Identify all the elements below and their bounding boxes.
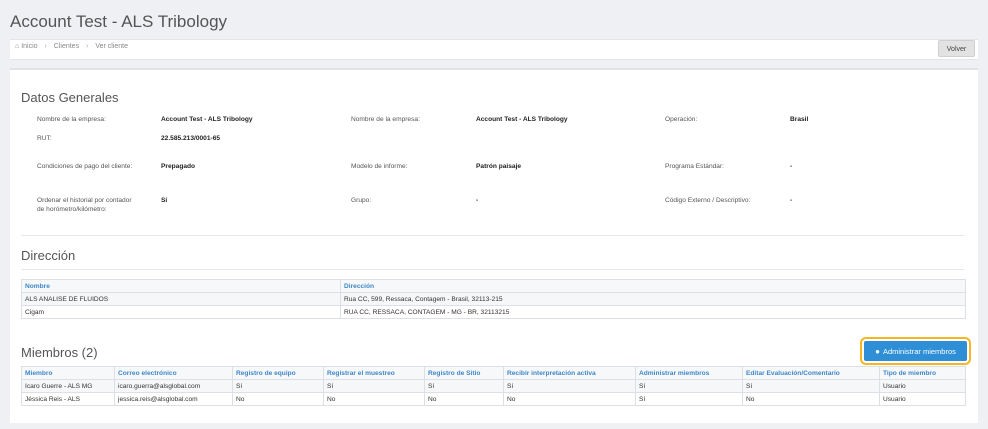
field-value: Account Test - ALS Tribology bbox=[161, 116, 253, 123]
table-cell: Jéssica Reis - ALS bbox=[21, 392, 115, 406]
breadcrumb-item-clientes[interactable]: Clientes bbox=[54, 43, 79, 50]
field-value: - bbox=[790, 197, 793, 204]
column-header[interactable]: Dirección bbox=[340, 279, 966, 293]
field-value: Prepagado bbox=[161, 163, 196, 170]
home-icon[interactable]: ⌂ bbox=[15, 43, 19, 50]
users-icon: ● bbox=[875, 346, 880, 356]
column-header[interactable]: Registro de Sitio bbox=[424, 366, 504, 380]
back-button[interactable]: Volver bbox=[938, 40, 975, 57]
table-cell: jessica.reis@alsglobal.com bbox=[114, 392, 233, 406]
column-header[interactable]: Tipo de miembro bbox=[879, 366, 966, 380]
field-value: 22.585.213/0001-65 bbox=[161, 135, 221, 142]
field-label: Condiciones de pago del cliente: bbox=[37, 163, 133, 170]
table-cell: Sí bbox=[635, 379, 743, 393]
column-header[interactable]: Editar Evaluación/Comentario bbox=[742, 366, 880, 380]
column-header[interactable]: Correo electrónico bbox=[114, 366, 233, 380]
table-cell: Usuario bbox=[879, 379, 966, 393]
field-value: - bbox=[790, 163, 793, 170]
breadcrumb-item-inicio[interactable]: Inicio bbox=[21, 43, 37, 50]
column-header[interactable]: Registrar el muestreo bbox=[323, 366, 425, 380]
manage-members-button[interactable]: ● Administrar miembros bbox=[860, 337, 971, 365]
table-row[interactable]: Icaro Guerre - ALS MG icaro.guerra@alsgl… bbox=[21, 379, 966, 393]
members-table: Miembro Correo electrónico Registro de e… bbox=[21, 366, 966, 406]
field-value: Sí bbox=[161, 197, 168, 204]
table-cell: Sí bbox=[503, 379, 636, 393]
divider bbox=[21, 235, 964, 236]
table-cell: ALS ANALISE DE FLUIDOS bbox=[21, 292, 341, 306]
table-cell: Sí bbox=[232, 379, 324, 393]
table-cell: RUA CC, RESSACA, CONTAGEM - MG - BR, 321… bbox=[340, 305, 966, 319]
field-label: Nombre de la empresa: bbox=[37, 116, 106, 123]
table-cell: Rua CC, 599, Ressaca, Contagem - Brasil,… bbox=[340, 292, 966, 306]
table-header-row: Miembro Correo electrónico Registro de e… bbox=[21, 366, 966, 380]
field-value: Account Test - ALS Tribology bbox=[476, 116, 568, 123]
field-label: Modelo de informe: bbox=[351, 163, 408, 170]
table-cell: Sí bbox=[424, 379, 504, 393]
breadcrumb: ⌂ Inicio › Clientes › Ver cliente bbox=[15, 43, 128, 50]
table-cell: Icaro Guerre - ALS MG bbox=[21, 379, 115, 393]
column-header[interactable]: Miembro bbox=[21, 366, 115, 380]
general-heading: Datos Generales bbox=[21, 90, 119, 105]
table-cell: No bbox=[503, 392, 636, 406]
field-value: Patrón paisaje bbox=[476, 163, 522, 170]
column-header[interactable]: Registro de equipo bbox=[232, 366, 324, 380]
field-label: Operación: bbox=[665, 116, 698, 123]
table-row[interactable]: ALS ANALISE DE FLUIDOS Rua CC, 599, Ress… bbox=[21, 292, 966, 306]
breadcrumb-separator: › bbox=[86, 43, 89, 50]
field-value: Brasil bbox=[790, 116, 809, 123]
breadcrumb-separator: › bbox=[44, 43, 47, 50]
table-row[interactable]: Cigam RUA CC, RESSACA, CONTAGEM - MG - B… bbox=[21, 305, 966, 319]
breadcrumb-bar: ⌂ Inicio › Clientes › Ver cliente Volver bbox=[10, 39, 978, 60]
table-cell: Usuario bbox=[879, 392, 966, 406]
table-cell: Cigam bbox=[21, 305, 341, 319]
column-header[interactable]: Administrar miembros bbox=[635, 366, 743, 380]
field-label: Ordenar el historial por contador de horó… bbox=[37, 197, 132, 213]
column-header[interactable]: Nombre bbox=[21, 279, 341, 293]
table-header-row: Nombre Dirección bbox=[21, 279, 966, 293]
field-value: - bbox=[476, 197, 479, 204]
address-table: Nombre Dirección ALS ANALISE DE FLUIDOS … bbox=[21, 279, 966, 319]
divider bbox=[21, 269, 964, 270]
table-cell: No bbox=[424, 392, 504, 406]
client-panel: Datos Generales Nombre de la empresa: Ac… bbox=[10, 68, 978, 423]
table-cell: Sí bbox=[323, 379, 425, 393]
field-label: RUT: bbox=[37, 135, 52, 142]
manage-members-label: Administrar miembros bbox=[882, 346, 956, 356]
page-title: Account Test - ALS Tribology bbox=[10, 12, 228, 31]
table-cell: No bbox=[232, 392, 324, 406]
table-row[interactable]: Jéssica Reis - ALS jessica.reis@alsgloba… bbox=[21, 392, 966, 406]
column-header[interactable]: Recibir interpretación activa bbox=[503, 366, 636, 380]
table-cell: No bbox=[323, 392, 425, 406]
table-cell: Sí bbox=[742, 379, 880, 393]
members-heading: Miembros (2) bbox=[21, 345, 98, 360]
breadcrumb-item-ver-cliente: Ver cliente bbox=[95, 43, 129, 50]
address-heading: Dirección bbox=[21, 248, 76, 263]
table-cell: icaro.guerra@alsglobal.com bbox=[114, 379, 233, 393]
field-label: Código Externo / Descriptivo: bbox=[665, 197, 751, 204]
table-cell: Sí bbox=[635, 392, 743, 406]
field-label: Nombre de la empresa: bbox=[351, 116, 420, 123]
table-cell: No bbox=[742, 392, 880, 406]
field-label: Grupo: bbox=[351, 197, 372, 204]
field-label: Programa Estándar: bbox=[665, 163, 725, 170]
